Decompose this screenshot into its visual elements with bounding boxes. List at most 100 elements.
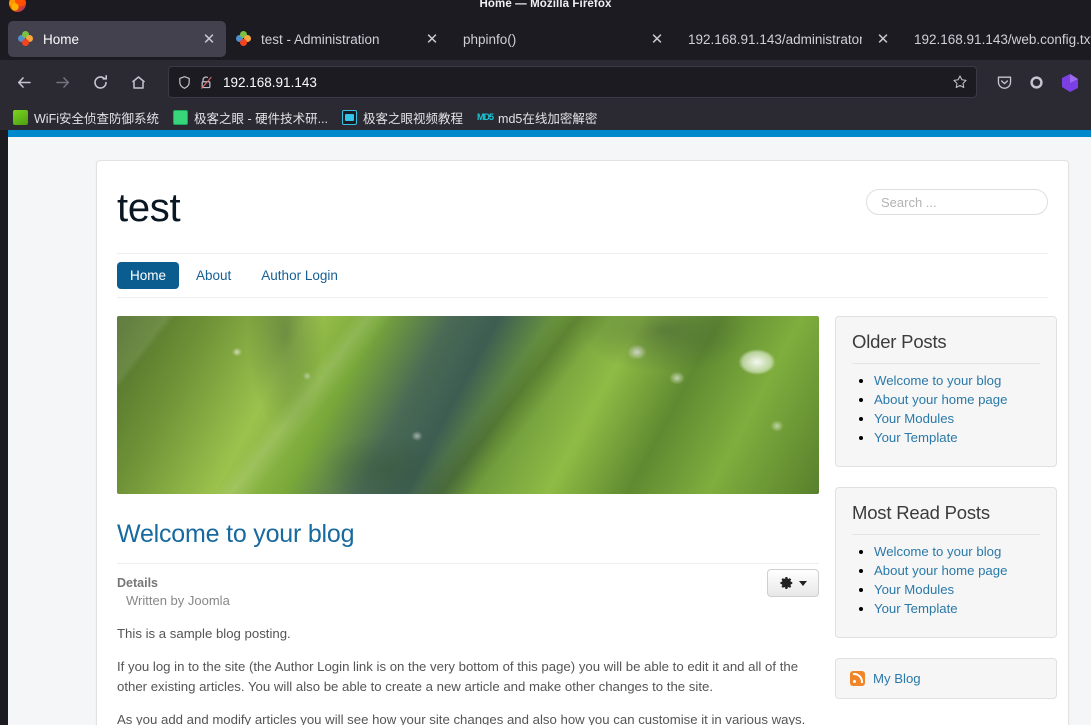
tab-label: Home xyxy=(43,31,80,47)
url-text[interactable]: 192.168.91.143 xyxy=(223,75,952,90)
list-item: Your Template xyxy=(874,429,1040,447)
lock-broken-icon[interactable] xyxy=(199,75,214,90)
list-item: Your Modules xyxy=(874,410,1040,428)
joomla-icon xyxy=(18,31,34,47)
bookmarks-toolbar: WiFi安全侦查防御系统 极客之眼 - 硬件技术研... 极客之眼视频教程 MD… xyxy=(0,104,1091,130)
close-icon[interactable]: ✕ xyxy=(646,28,668,50)
shield-bookmark-icon xyxy=(13,109,28,125)
module-link[interactable]: Your Modules xyxy=(874,411,954,426)
module-title: Older Posts xyxy=(852,331,1040,364)
bookmark-label: 极客之眼 - 硬件技术研... xyxy=(194,111,329,126)
search-module xyxy=(866,189,1048,215)
close-icon[interactable]: ✕ xyxy=(198,28,220,50)
module-link[interactable]: Welcome to your blog xyxy=(874,373,1001,388)
firefox-window: Home — Mozilla Firefox Home ✕ test - Adm… xyxy=(0,0,1091,725)
site-header: test xyxy=(117,161,1048,229)
page-viewport: test Home About Author Login Wel xyxy=(0,130,1091,725)
window-edge xyxy=(0,130,8,725)
rss-icon xyxy=(850,671,865,686)
chevron-down-icon xyxy=(798,580,807,586)
feed-link[interactable]: My Blog xyxy=(850,671,1042,686)
list-item: About your home page xyxy=(874,562,1040,580)
article-options-button[interactable] xyxy=(767,569,819,597)
main-column: Welcome to your blog Details Written by … xyxy=(117,316,819,725)
list-item: About your home page xyxy=(874,391,1040,409)
article-details-label: Details xyxy=(117,576,158,590)
nav-item-about[interactable]: About xyxy=(183,262,244,289)
content-row: Welcome to your blog Details Written by … xyxy=(117,298,1057,725)
article-meta: Details Written by Joomla xyxy=(117,564,819,608)
article-author: Written by Joomla xyxy=(126,593,230,608)
sidebar-column: Older Posts Welcome to your blog About y… xyxy=(835,316,1057,725)
tab-label: 192.168.91.143/web.config.txt xyxy=(914,31,1091,47)
module-most-read-posts: Most Read Posts Welcome to your blog Abo… xyxy=(835,487,1057,638)
md5-bookmark-icon: MD5 xyxy=(477,111,494,122)
reload-icon[interactable] xyxy=(84,66,116,98)
list-item: Your Template xyxy=(874,600,1040,618)
nav-item-home[interactable]: Home xyxy=(117,262,180,289)
tab-administrator-url[interactable]: 192.168.91.143/administrator/ ✕ xyxy=(674,21,900,57)
tab-strip: Home ✕ test - Administration ✕ phpinfo()… xyxy=(0,18,1091,60)
site-container: test Home About Author Login Wel xyxy=(96,160,1069,725)
tab-test-administration[interactable]: test - Administration ✕ xyxy=(226,21,449,57)
green-square-bookmark-icon xyxy=(173,109,188,125)
bookmark-label: WiFi安全侦查防御系统 xyxy=(34,111,159,126)
tab-label: test - Administration xyxy=(261,31,380,47)
joomla-icon xyxy=(236,31,252,47)
tab-phpinfo[interactable]: phpinfo() ✕ xyxy=(449,21,674,57)
article-paragraph: This is a sample blog posting. xyxy=(117,626,291,641)
url-bar[interactable]: 192.168.91.143 xyxy=(168,66,977,98)
tab-label: 192.168.91.143/administrator/ xyxy=(688,31,862,47)
shield-icon[interactable] xyxy=(177,75,192,90)
hero-banner-image xyxy=(117,316,819,494)
list-item: Your Modules xyxy=(874,581,1040,599)
article-paragraph: If you log in to the site (the Author Lo… xyxy=(117,659,799,694)
article-title-link[interactable]: Welcome to your blog xyxy=(117,520,819,549)
home-icon[interactable] xyxy=(122,66,154,98)
navigation-toolbar: 192.168.91.143 xyxy=(0,60,1091,104)
tab-webconfig-url[interactable]: 192.168.91.143/web.config.txt ✕ xyxy=(900,21,1091,57)
forward-icon[interactable] xyxy=(46,66,78,98)
site-brand-title: test xyxy=(117,186,181,230)
bookmark-label: md5在线加密解密 xyxy=(498,111,598,126)
close-icon[interactable]: ✕ xyxy=(421,28,443,50)
main-navigation: Home About Author Login xyxy=(117,254,1048,297)
module-link[interactable]: Your Template xyxy=(874,601,958,616)
module-link[interactable]: Your Template xyxy=(874,430,958,445)
pocket-icon[interactable] xyxy=(989,67,1019,97)
close-icon[interactable]: ✕ xyxy=(872,28,894,50)
module-list: Welcome to your blog About your home pag… xyxy=(852,543,1040,618)
account-icon[interactable] xyxy=(1021,67,1051,97)
module-syndication-feed: My Blog xyxy=(835,658,1057,699)
back-icon[interactable] xyxy=(8,66,40,98)
tab-label: phpinfo() xyxy=(463,31,517,47)
robot-bookmark-icon xyxy=(342,109,358,125)
gear-icon xyxy=(779,577,792,589)
bookmark-geek-eye-video[interactable]: 极客之眼视频教程 xyxy=(335,108,470,127)
joomla-site: test Home About Author Login Wel xyxy=(8,130,1091,725)
module-link[interactable]: About your home page xyxy=(874,563,1007,578)
extension-icon[interactable] xyxy=(1053,67,1083,97)
site-top-accent-bar xyxy=(8,130,1091,137)
bookmark-geek-eye-hardware[interactable]: 极客之眼 - 硬件技术研... xyxy=(166,108,335,127)
article-paragraph: As you add and modify articles you will … xyxy=(117,712,806,725)
list-item: Welcome to your blog xyxy=(874,372,1040,390)
bookmark-label: 极客之眼视频教程 xyxy=(363,111,464,126)
feed-label: My Blog xyxy=(873,671,921,686)
search-input[interactable] xyxy=(866,189,1048,215)
bookmark-star-icon[interactable] xyxy=(952,74,968,90)
module-link[interactable]: Your Modules xyxy=(874,582,954,597)
tab-home[interactable]: Home ✕ xyxy=(8,21,226,57)
article-body: This is a sample blog posting. If you lo… xyxy=(117,608,819,725)
bookmark-md5-online[interactable]: MD5 md5在线加密解密 xyxy=(470,108,604,127)
title-bar: Home — Mozilla Firefox xyxy=(0,0,1091,18)
module-link[interactable]: Welcome to your blog xyxy=(874,544,1001,559)
bookmark-wifi-security[interactable]: WiFi安全侦查防御系统 xyxy=(6,108,166,127)
nav-item-author-login[interactable]: Author Login xyxy=(248,262,351,289)
module-title: Most Read Posts xyxy=(852,502,1040,535)
module-list: Welcome to your blog About your home pag… xyxy=(852,372,1040,447)
module-older-posts: Older Posts Welcome to your blog About y… xyxy=(835,316,1057,467)
window-title: Home — Mozilla Firefox xyxy=(479,0,612,10)
list-item: Welcome to your blog xyxy=(874,543,1040,561)
module-link[interactable]: About your home page xyxy=(874,392,1007,407)
